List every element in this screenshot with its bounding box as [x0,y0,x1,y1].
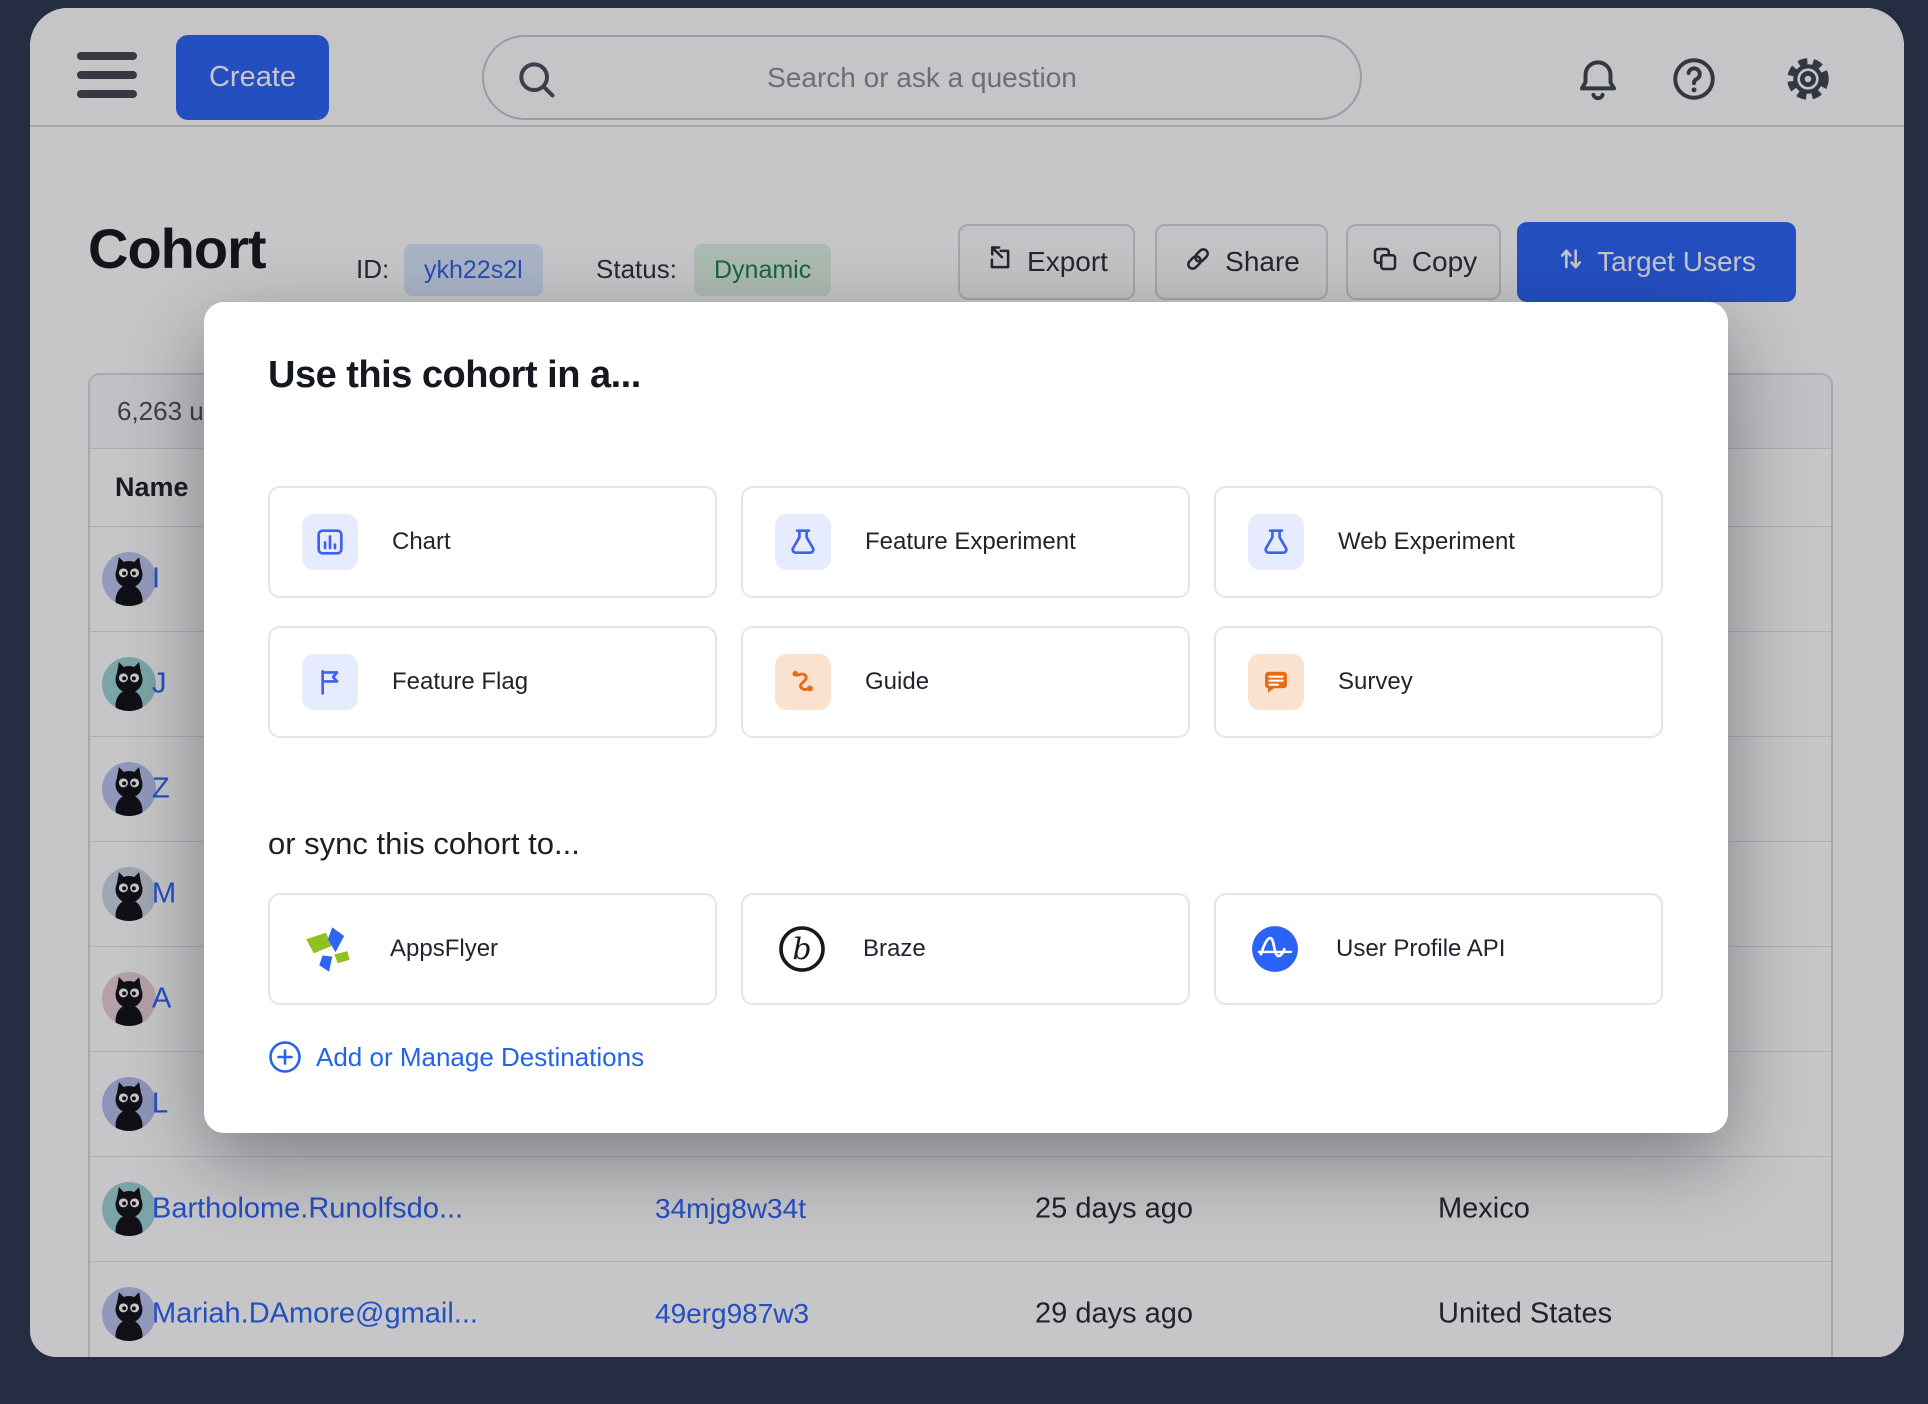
chart-icon [302,514,358,570]
app-window: Cohort ID: ykh22s2l Status: Dynamic Expo… [30,8,1904,1357]
svg-text:b: b [792,932,811,967]
add-destinations-link[interactable]: Add or Manage Destinations [268,1040,644,1074]
modal-title: Use this cohort in a... [268,354,641,397]
flask-icon [775,514,831,570]
option-card-feature-experiment[interactable]: Feature Experiment [741,486,1190,598]
guide-path-icon [775,654,831,710]
flag-icon [302,654,358,710]
plus-circle-icon [268,1040,302,1074]
sync-card-appsflyer[interactable]: AppsFlyer [268,893,717,1005]
sync-card-braze[interactable]: b Braze [741,893,1190,1005]
use-cohort-modal: Use this cohort in a... Chart Feature Ex… [204,302,1728,1133]
flask-icon [1248,514,1304,570]
option-card-survey[interactable]: Survey [1214,626,1663,738]
sync-card-user-profile-api[interactable]: User Profile API [1214,893,1663,1005]
option-card-feature-flag[interactable]: Feature Flag [268,626,717,738]
option-card-web-experiment[interactable]: Web Experiment [1214,486,1663,598]
braze-logo: b [775,922,829,976]
survey-bubble-icon [1248,654,1304,710]
option-card-guide[interactable]: Guide [741,626,1190,738]
amplitude-logo [1248,922,1302,976]
option-card-chart[interactable]: Chart [268,486,717,598]
sync-heading: or sync this cohort to... [268,826,580,862]
appsflyer-logo [302,922,356,976]
